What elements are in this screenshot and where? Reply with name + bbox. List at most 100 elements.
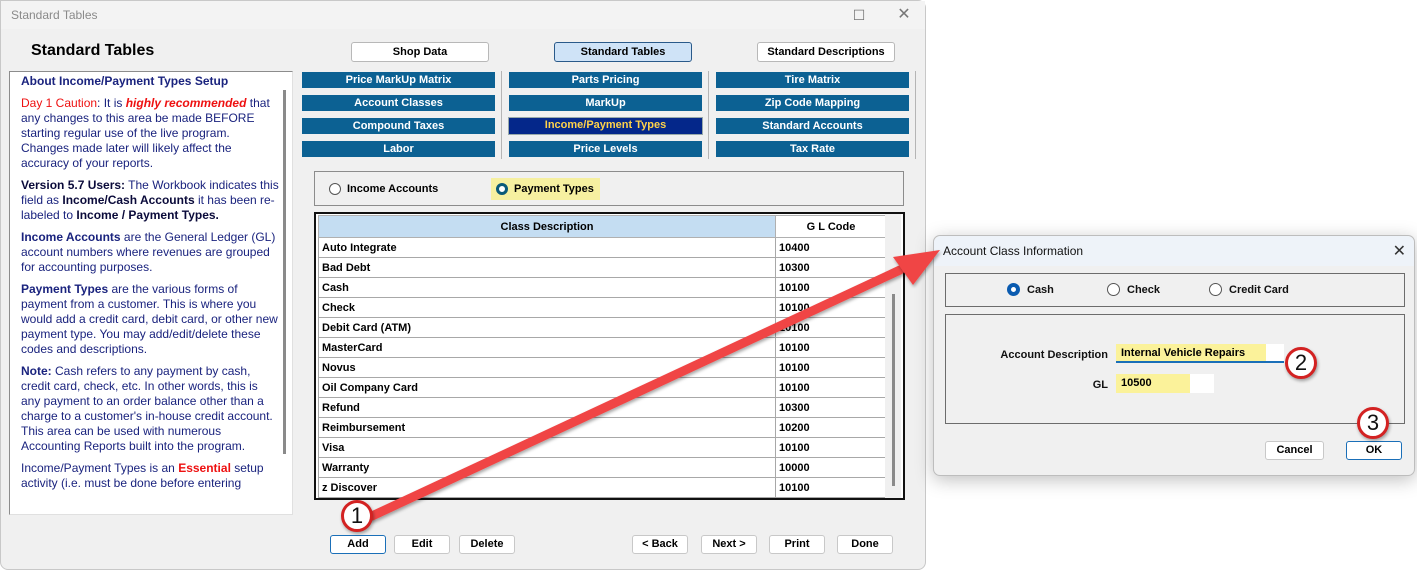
edit-button[interactable]: Edit xyxy=(394,535,450,554)
cell-gl-code: 10300 xyxy=(775,397,887,418)
table-scrollbar[interactable] xyxy=(892,294,895,486)
nav-compound-taxes[interactable]: Compound Taxes xyxy=(302,118,495,134)
step-marker-2: 2 xyxy=(1285,347,1317,379)
cell-gl-code: 10100 xyxy=(775,317,887,338)
cell-class-description: Bad Debt xyxy=(318,257,776,278)
account-type-group: Cash Check Credit Card xyxy=(945,273,1405,307)
nav-divider xyxy=(501,71,502,159)
cell-gl-code: 10200 xyxy=(775,417,887,438)
cell-class-description: Refund xyxy=(318,397,776,418)
add-button[interactable]: Add xyxy=(330,535,386,554)
radio-check[interactable]: Check xyxy=(1107,283,1160,296)
help-caution: Day 1 Caution: It is highly recommended … xyxy=(21,96,270,170)
tab-standard-descriptions[interactable]: Standard Descriptions xyxy=(757,42,895,62)
cell-gl-code: 10300 xyxy=(775,257,887,278)
cell-gl-code: 10100 xyxy=(775,277,887,298)
cell-class-description: Oil Company Card xyxy=(318,377,776,398)
close-icon[interactable]: ✕ xyxy=(892,5,916,25)
help-income-accounts: Income Accounts are the General Ledger (… xyxy=(21,230,276,274)
nav-markup[interactable]: MarkUp xyxy=(509,95,702,111)
table-row[interactable]: z Discover 10100 xyxy=(318,477,887,498)
cell-class-description: Auto Integrate xyxy=(318,237,776,258)
radio-selected-icon xyxy=(1007,283,1020,296)
radio-selected-icon xyxy=(496,183,508,195)
close-icon[interactable]: ✕ xyxy=(1393,241,1406,261)
tab-standard-tables[interactable]: Standard Tables xyxy=(554,42,692,62)
nav-account-classes[interactable]: Account Classes xyxy=(302,95,495,111)
column-header-class-description[interactable]: Class Description xyxy=(318,215,776,238)
cell-gl-code: 10100 xyxy=(775,337,887,358)
step-marker-3: 3 xyxy=(1357,407,1389,439)
nav-divider xyxy=(708,71,709,159)
gl-input[interactable]: 10500 xyxy=(1116,374,1214,393)
radio-cash[interactable]: Cash xyxy=(1007,283,1054,296)
cell-gl-code: 10000 xyxy=(775,457,887,478)
cell-class-description: Reimbursement xyxy=(318,417,776,438)
account-description-label: Account Description xyxy=(1000,349,1108,361)
radio-credit-card[interactable]: Credit Card xyxy=(1209,283,1289,296)
radio-unselected-icon xyxy=(1209,283,1222,296)
radio-payment-types[interactable]: Payment Types xyxy=(491,178,600,200)
maximize-icon[interactable]: ☐ xyxy=(847,5,871,25)
table-row[interactable]: Check 10100 xyxy=(318,297,887,318)
payment-types-table: Class Description G L Code Auto Integrat… xyxy=(314,212,905,500)
cancel-button[interactable]: Cancel xyxy=(1265,441,1324,460)
nav-tire-matrix[interactable]: Tire Matrix xyxy=(716,72,909,88)
window-title: Standard Tables xyxy=(11,8,98,22)
table-row[interactable]: Warranty 10000 xyxy=(318,457,887,478)
account-class-dialog: Account Class Information ✕ Cash Check C… xyxy=(933,235,1415,476)
table-row[interactable]: Auto Integrate 10400 xyxy=(318,237,887,258)
nav-tax-rate[interactable]: Tax Rate xyxy=(716,141,909,157)
cell-class-description: Cash xyxy=(318,277,776,298)
help-payment-types: Payment Types are the various forms of p… xyxy=(21,282,278,356)
nav-divider xyxy=(915,71,916,159)
table-row[interactable]: Cash 10100 xyxy=(318,277,887,298)
nav-parts-pricing[interactable]: Parts Pricing xyxy=(509,72,702,88)
gl-label: GL xyxy=(1092,379,1108,391)
radio-unselected-icon xyxy=(1107,283,1120,296)
help-scrollbar[interactable] xyxy=(283,90,286,454)
radio-unselected-icon xyxy=(329,183,341,195)
dialog-title-bar: Account Class Information ✕ xyxy=(934,236,1414,266)
table-row[interactable]: Refund 10300 xyxy=(318,397,887,418)
print-button[interactable]: Print xyxy=(769,535,825,554)
table-row[interactable]: MasterCard 10100 xyxy=(318,337,887,358)
help-heading: About Income/Payment Types Setup xyxy=(21,74,229,88)
delete-button[interactable]: Delete xyxy=(459,535,515,554)
cell-class-description: Check xyxy=(318,297,776,318)
cell-gl-code: 10100 xyxy=(775,377,887,398)
ok-button[interactable]: OK xyxy=(1346,441,1402,460)
cell-gl-code: 10100 xyxy=(775,477,887,498)
table-row[interactable]: Visa 10100 xyxy=(318,437,887,458)
table-row[interactable]: Debit Card (ATM) 10100 xyxy=(318,317,887,338)
nav-zip-code-mapping[interactable]: Zip Code Mapping xyxy=(716,95,909,111)
nav-price-levels[interactable]: Price Levels xyxy=(509,141,702,157)
help-version-note: Version 5.7 Users: The Workbook indicate… xyxy=(21,178,279,222)
cell-gl-code: 10100 xyxy=(775,357,887,378)
table-row[interactable]: Novus 10100 xyxy=(318,357,887,378)
cell-class-description: MasterCard xyxy=(318,337,776,358)
radio-income-accounts[interactable]: Income Accounts xyxy=(329,181,438,197)
cell-class-description: Warranty xyxy=(318,457,776,478)
cell-gl-code: 10100 xyxy=(775,437,887,458)
nav-labor[interactable]: Labor xyxy=(302,141,495,157)
help-note: Note: Cash refers to any payment by cash… xyxy=(21,364,273,453)
cell-class-description: z Discover xyxy=(318,477,776,498)
nav-price-markup-matrix[interactable]: Price MarkUp Matrix xyxy=(302,72,495,88)
nav-standard-accounts[interactable]: Standard Accounts xyxy=(716,118,909,134)
table-row[interactable]: Reimbursement 10200 xyxy=(318,417,887,438)
table-row[interactable]: Oil Company Card 10100 xyxy=(318,377,887,398)
table-row[interactable]: Bad Debt 10300 xyxy=(318,257,887,278)
account-description-input[interactable]: Internal Vehicle Repairs xyxy=(1116,344,1284,363)
help-essential: Income/Payment Types is an Essential set… xyxy=(21,461,264,490)
next-button[interactable]: Next > xyxy=(701,535,757,554)
page-title: Standard Tables xyxy=(31,42,155,59)
nav-income-payment-types[interactable]: Income/Payment Types xyxy=(508,117,703,135)
tab-shop-data[interactable]: Shop Data xyxy=(351,42,489,62)
back-button[interactable]: < Back xyxy=(632,535,688,554)
column-header-gl-code[interactable]: G L Code xyxy=(775,215,887,238)
cell-class-description: Visa xyxy=(318,437,776,458)
done-button[interactable]: Done xyxy=(837,535,893,554)
standard-tables-window: Standard Tables ☐ ✕ Standard Tables Abou… xyxy=(0,0,926,570)
title-bar: Standard Tables ☐ ✕ xyxy=(1,1,925,29)
